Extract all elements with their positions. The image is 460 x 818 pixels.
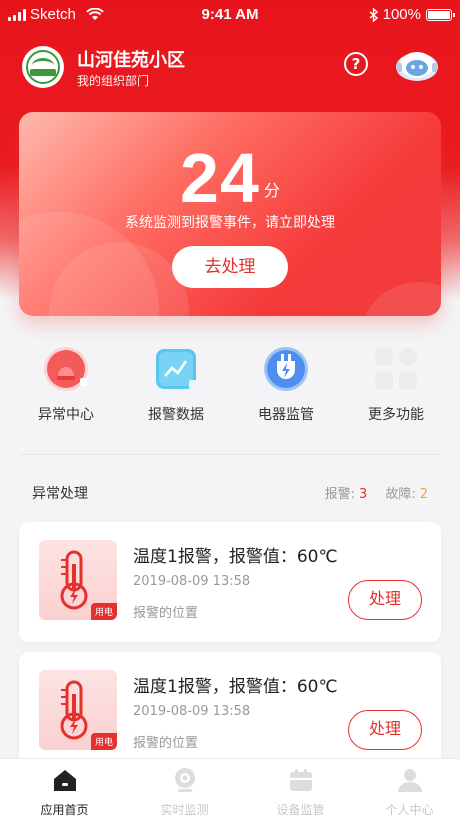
func-label: 电器监管 [258,407,314,423]
chart-data-icon [153,346,199,392]
go-handle-button[interactable]: 去处理 [172,246,288,288]
alarm-title: 温度1报警，报警值：60℃ [133,677,338,697]
alarm-location: 报警的位置 [133,606,199,621]
alarm-light-icon [43,346,89,392]
score-card: 24 分 系统监测到报警事件，请立即处理 去处理 [19,112,441,316]
handle-button[interactable]: 处理 [348,710,422,750]
org-logo[interactable] [22,46,64,88]
fault-count-label: 故障: [385,487,416,502]
home-icon [52,767,78,793]
tab-label: 设备监管 [276,803,325,817]
thermometer-icon: 用电 [39,670,117,750]
function-grid: 异常中心 报警数据 电器监管 更多功能 [0,346,460,436]
org-title[interactable]: 山河佳苑小区 [77,46,185,72]
alarm-card[interactable]: 用电 温度1报警，报警值：60℃ 2019-08-09 13:58 报警的位置 … [19,522,441,642]
tab-label: 应用首页 [40,803,89,817]
tab-home[interactable]: 应用首页 [7,767,122,818]
func-alarm-data[interactable]: 报警数据 [126,346,226,424]
alarm-location: 报警的位置 [133,736,199,751]
plug-icon [263,346,309,392]
alarm-card[interactable]: 用电 温度1报警，报警值：60℃ 2019-08-09 13:58 报警的位置 … [19,652,441,772]
func-label: 更多功能 [368,407,424,423]
help-icon[interactable]: ? [344,52,368,76]
bottom-tab-bar: 应用首页 实时监测 设备监管 个人中心 [0,758,460,818]
tab-label: 个人中心 [385,803,434,817]
safety-score: 24 分 [19,138,441,218]
battery-percent: 100% [382,6,421,23]
person-icon [397,767,423,793]
camera-icon [172,767,198,793]
tab-device-supervision[interactable]: 设备监管 [243,767,358,818]
org-subtitle: 我的组织部门 [77,74,150,88]
handle-button[interactable]: 处理 [348,580,422,620]
calendar-icon [288,767,314,793]
bluetooth-icon [369,7,378,22]
func-appliance-monitor[interactable]: 电器监管 [236,346,336,424]
divider [20,454,440,455]
alarm-time: 2019-08-09 13:58 [133,574,251,589]
tab-realtime-monitor[interactable]: 实时监测 [127,767,242,818]
alert-message: 系统监测到报警事件，请立即处理 [125,215,335,231]
alarm-count-label: 报警: [324,487,356,502]
func-label: 异常中心 [38,407,94,423]
score-value: 24 [180,139,260,217]
alarm-time: 2019-08-09 13:58 [133,704,251,719]
app-header: 山河佳苑小区 我的组织部门 ? [0,40,460,96]
alarm-title: 温度1报警，报警值：60℃ [133,547,338,567]
func-label: 报警数据 [148,407,204,423]
func-more[interactable]: 更多功能 [346,346,446,424]
category-tag: 用电 [90,603,117,620]
tab-personal-center[interactable]: 个人中心 [352,767,460,818]
thermometer-icon: 用电 [39,540,117,620]
section-title: 异常处理 [32,486,88,502]
alarm-count: 3 [359,487,368,502]
status-bar: Sketch 9:41 AM 100% [0,0,460,30]
category-tag: 用电 [90,733,117,750]
section-stats: 报警: 3 故障: 2 [325,483,428,502]
battery-icon [426,8,455,21]
score-unit: 分 [263,181,280,200]
grid-more-icon [373,346,419,392]
tab-label: 实时监测 [160,803,209,817]
func-abnormal-center[interactable]: 异常中心 [16,346,116,424]
fault-count: 2 [419,487,428,502]
robot-avatar-icon[interactable] [394,45,440,85]
